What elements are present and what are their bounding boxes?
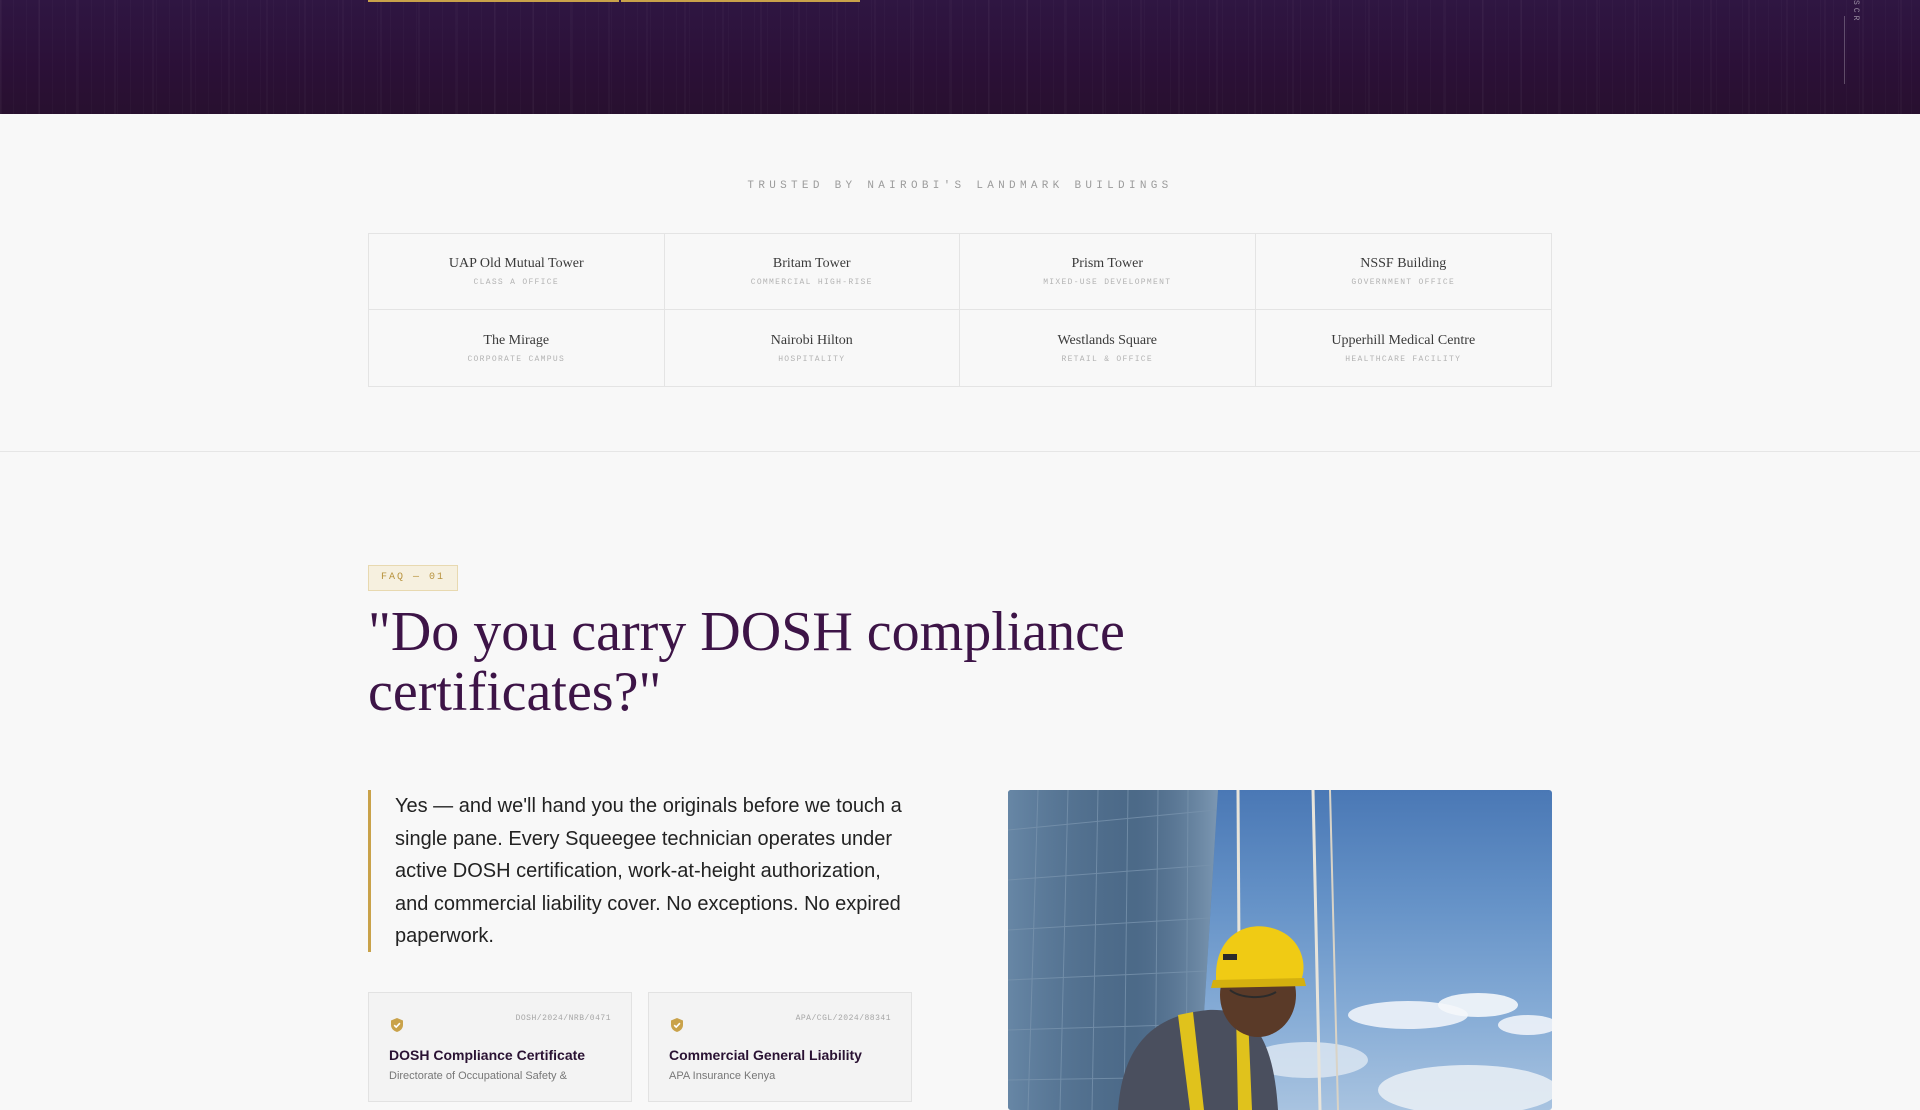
building-cell: NSSF Building GOVERNMENT OFFICE bbox=[1255, 234, 1551, 310]
building-cell: UAP Old Mutual Tower CLASS A OFFICE bbox=[369, 234, 665, 310]
shield-check-icon bbox=[671, 1018, 683, 1032]
scroll-indicator-line bbox=[1844, 16, 1845, 84]
buildings-grid: UAP Old Mutual Tower CLASS A OFFICE Brita… bbox=[368, 233, 1552, 387]
certificate-code: DOSH/2024/NRB/0471 bbox=[515, 1014, 611, 1023]
building-cell: Upperhill Medical Centre HEALTHCARE FACIL… bbox=[1256, 310, 1552, 386]
building-type: HOSPITALITY bbox=[778, 354, 846, 364]
building-cell: The Mirage CORPORATE CAMPUS bbox=[369, 310, 665, 386]
certificate-code: APA/CGL/2024/88341 bbox=[795, 1014, 891, 1023]
building-type: CLASS A OFFICE bbox=[473, 278, 559, 287]
technician-photo bbox=[1008, 790, 1552, 1110]
certificate-issuer: APA Insurance Kenya bbox=[669, 1070, 776, 1082]
building-name: Nairobi Hilton bbox=[770, 332, 853, 348]
certificate-card-dosh[interactable]: DOSH/2024/NRB/0471 DOSH Compliance Certi… bbox=[368, 992, 632, 1102]
shield-check-icon bbox=[391, 1018, 403, 1032]
certificate-card-liability[interactable]: APA/CGL/2024/88341 Commercial General Li… bbox=[648, 992, 912, 1102]
building-type: HEALTHCARE FACILITY bbox=[1345, 354, 1462, 364]
building-name: UAP Old Mutual Tower bbox=[448, 256, 584, 271]
trusted-label: TRUSTED BY NAIROBI'S LANDMARK BUILDINGS bbox=[747, 180, 1173, 192]
building-type: MIXED-USE DEVELOPMENT bbox=[1043, 278, 1172, 287]
scroll-indicator-text: SCROLL bbox=[1851, 0, 1860, 22]
trusted-by-section: TRUSTED BY NAIROBI'S LANDMARK BUILDINGS … bbox=[0, 114, 1920, 452]
building-cell: Nairobi Hilton HOSPITALITY bbox=[665, 310, 960, 386]
building-cell: Prism Tower MIXED-USE DEVELOPMENT bbox=[960, 234, 1256, 310]
building-name: Westlands Square bbox=[1057, 332, 1158, 348]
hero-section: SCROLL bbox=[0, 0, 1920, 114]
building-type: COMMERCIAL HIGH-RISE bbox=[750, 278, 873, 287]
hero-secondary-button-edge[interactable] bbox=[621, 0, 860, 2]
certificate-issuer: Directorate of Occupational Safety & bbox=[389, 1070, 567, 1082]
building-name: Upperhill Medical Centre bbox=[1331, 332, 1476, 348]
faq-question: "Do you carry DOSH compliance certificat… bbox=[368, 601, 1125, 723]
certificate-title: DOSH Compliance Certificate bbox=[389, 1047, 586, 1063]
building-name: Britam Tower bbox=[772, 256, 851, 271]
building-cell: Britam Tower COMMERCIAL HIGH-RISE bbox=[664, 234, 960, 310]
certificate-title: Commercial General Liability bbox=[669, 1047, 862, 1063]
building-type: RETAIL & OFFICE bbox=[1061, 354, 1153, 364]
technician-illustration bbox=[1008, 790, 1552, 1110]
building-name: NSSF Building bbox=[1360, 256, 1447, 271]
hero-primary-button-edge[interactable] bbox=[368, 0, 619, 2]
building-type: CORPORATE CAMPUS bbox=[467, 354, 566, 364]
building-name: The Mirage bbox=[483, 332, 550, 348]
building-name: Prism Tower bbox=[1071, 256, 1143, 271]
hero-texture bbox=[0, 0, 1920, 114]
building-cell: Westlands Square RETAIL & OFFICE bbox=[960, 310, 1256, 386]
faq-tag: FAQ — 01 bbox=[368, 565, 459, 591]
faq-answer: Yes — and we'll hand you the originals b… bbox=[368, 790, 913, 952]
building-type: GOVERNMENT OFFICE bbox=[1351, 278, 1456, 287]
